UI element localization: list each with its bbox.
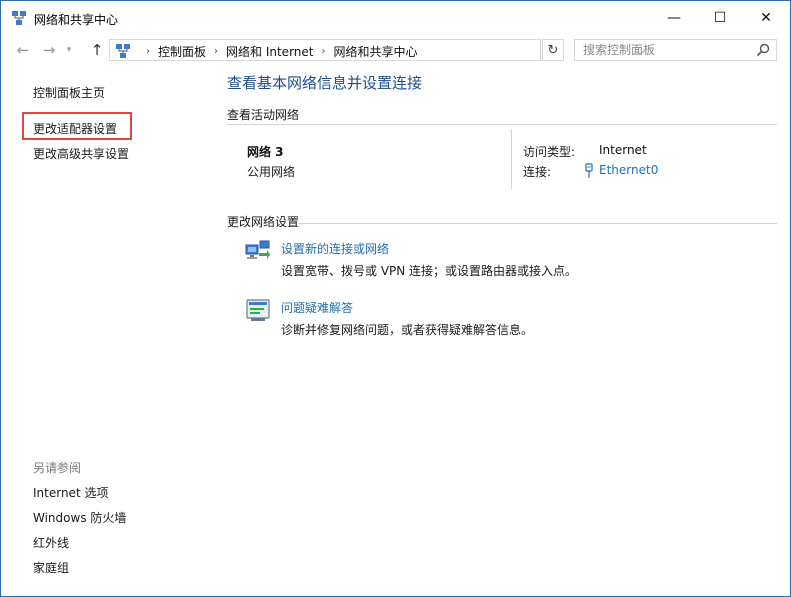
sidebar-link-homegroup[interactable]: 家庭组 [33,559,69,576]
change-settings-heading: 更改网络设置 [227,215,300,229]
troubleshoot-link[interactable]: 问题疑难解答 [281,299,353,316]
access-type-value: Internet [599,143,647,157]
sidebar-link-control-panel-home[interactable]: 控制面板主页 [33,84,105,101]
forward-button[interactable]: → [39,40,59,60]
troubleshoot-icon [246,299,270,321]
recent-locations-button[interactable]: ▾ [63,40,75,60]
network-name: 网络 3 [247,145,284,159]
active-networks-heading: 查看活动网络 [227,108,300,122]
breadcrumb-separator-icon: › [321,46,326,57]
ethernet-connection-link[interactable]: Ethernet0 [599,163,658,177]
control-panel-icon [116,44,130,58]
breadcrumb-separator-icon: › [214,46,219,57]
maximize-icon: ☐ [713,9,727,26]
connections-label: 连接: [523,165,552,179]
section-divider [227,124,777,125]
page-title: 查看基本网络信息并设置连接 [227,74,423,92]
title-bar: 网络和共享中心 — ☐ ✕ [1,1,790,34]
up-arrow-icon: ↑ [90,41,104,59]
sidebar-link-internet-options[interactable]: Internet 选项 [33,484,108,501]
close-icon: ✕ [760,9,772,26]
network-sharing-center-window: 网络和共享中心 — ☐ ✕ ← → ▾ ↑ › 控制面板 › 网络和 Inter… [0,0,791,597]
setup-connection-link[interactable]: 设置新的连接或网络 [281,240,389,257]
troubleshoot-description: 诊断并修复网络问题，或者获得疑难解答信息。 [281,323,534,337]
network-setup-icon [245,240,270,259]
search-input[interactable] [575,40,750,60]
breadcrumb: › 控制面板 › 网络和 Internet › 网络和共享中心 [138,43,418,60]
section-divider [299,223,777,224]
breadcrumb-separator-icon: › [146,46,150,57]
back-arrow-icon: ← [16,41,30,59]
minimize-icon: — [667,9,681,26]
chevron-down-icon: ▾ [66,45,72,55]
search-icon[interactable] [755,42,771,58]
refresh-icon: ↻ [547,42,559,58]
network-divider [511,129,512,189]
sidebar-link-windows-firewall[interactable]: Windows 防火墙 [33,509,126,526]
sidebar-link-change-advanced-sharing[interactable]: 更改高级共享设置 [33,145,129,162]
network-category-link[interactable]: 公用网络 [247,163,295,180]
refresh-button[interactable]: ↻ [542,39,564,61]
ethernet-icon [585,163,593,178]
setup-connection-description: 设置宽带、拨号或 VPN 连接；或设置路由器或接入点。 [281,264,578,278]
maximize-button[interactable]: ☐ [697,1,743,34]
close-button[interactable]: ✕ [743,1,789,34]
up-button[interactable]: ↑ [87,40,107,60]
network-center-icon [12,11,26,25]
breadcrumb-control-panel[interactable]: 控制面板 [158,43,206,60]
breadcrumb-network-sharing-center[interactable]: 网络和共享中心 [333,43,417,60]
breadcrumb-network-internet[interactable]: 网络和 Internet [226,43,313,60]
back-button[interactable]: ← [13,40,33,60]
window-title: 网络和共享中心 [34,13,119,27]
minimize-button[interactable]: — [651,1,697,34]
sidebar-link-change-adapter-settings[interactable]: 更改适配器设置 [33,120,117,137]
address-box[interactable]: › 控制面板 › 网络和 Internet › 网络和共享中心 ⌵ [109,39,644,61]
forward-arrow-icon: → [42,41,56,59]
search-box [574,39,777,61]
access-type-label: 访问类型: [523,145,576,159]
address-bar: ← → ▾ ↑ › 控制面板 › 网络和 Internet › 网络和共享中心 … [1,35,790,65]
see-also-heading: 另请参阅 [33,461,82,475]
sidebar-link-infrared[interactable]: 红外线 [33,534,69,551]
